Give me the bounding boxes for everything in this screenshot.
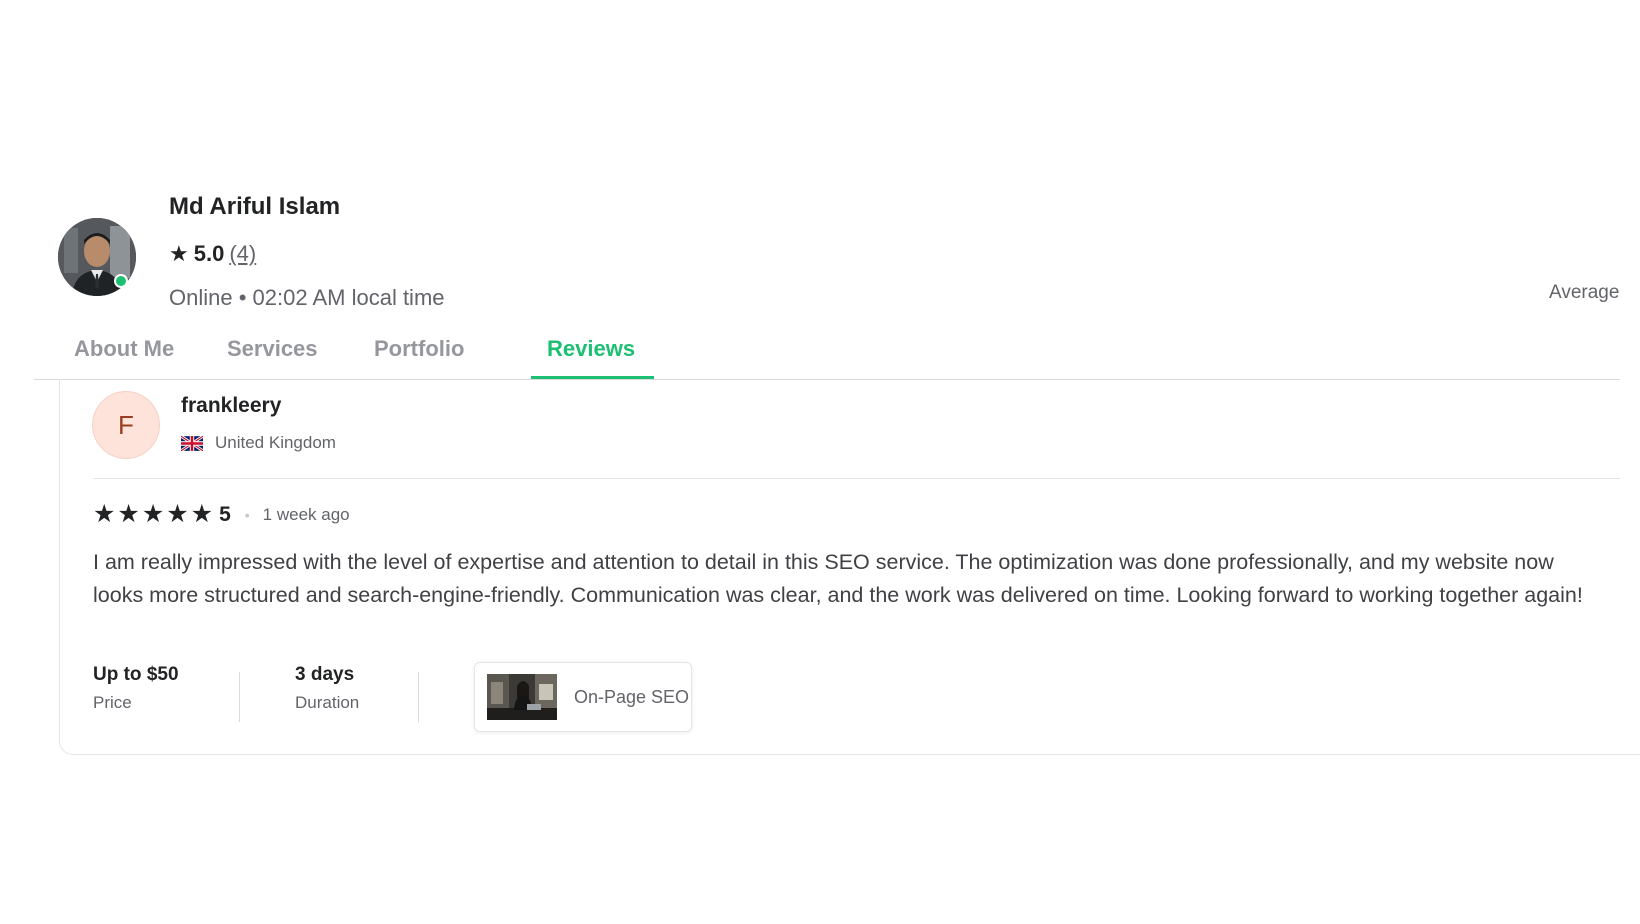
price-label: Price — [93, 693, 132, 712]
rating-score: 5.0 — [193, 241, 225, 266]
seller-name[interactable]: Md Ariful Islam — [169, 193, 340, 221]
price-value: Up to $50 — [93, 664, 179, 685]
tab-services[interactable]: Services — [227, 336, 318, 362]
five-star-icon: ★★★★★ — [93, 500, 216, 528]
review-text: I am really impressed with the level of … — [93, 550, 1583, 607]
review-count-link[interactable]: (4) — [229, 241, 256, 267]
profile-tabs: About Me Services Portfolio Reviews — [34, 326, 1620, 380]
online-status: Online • 02:02 AM local time — [169, 285, 445, 310]
review-divider — [93, 478, 1620, 479]
reviewer-country: United Kingdom — [181, 433, 336, 453]
reviewer-name[interactable]: frankleery — [181, 394, 281, 418]
review-rating-row: ★★★★★ 5 • 1 week ago — [93, 502, 350, 527]
meta-separator — [239, 672, 240, 722]
duration-label: Duration — [295, 693, 360, 712]
uk-flag-icon — [181, 435, 203, 451]
duration-value: 3 days — [295, 664, 355, 685]
tab-about-me[interactable]: About Me — [74, 336, 174, 362]
tab-portfolio[interactable]: Portfolio — [374, 336, 464, 362]
seller-rating: ★ 5.0 (4) — [169, 241, 256, 267]
tab-reviews[interactable]: Reviews — [547, 336, 635, 362]
average-label: Average — [1549, 282, 1619, 303]
review-time: 1 week ago — [262, 504, 350, 524]
duration-block: 3 days Duration — [295, 664, 359, 713]
service-thumbnail — [487, 674, 557, 720]
dot-separator: • — [244, 506, 250, 523]
reviewer-avatar: F — [93, 392, 159, 458]
review-rating-value: 5 — [219, 502, 231, 526]
seller-avatar[interactable] — [58, 218, 136, 296]
seller-profile-page: Md Ariful Islam ★ 5.0 (4) Online • 02:02… — [0, 0, 1640, 924]
star-icon: ★ — [169, 241, 189, 266]
price-block: Up to $50 Price — [93, 664, 179, 713]
service-name: On-Page SEO — [574, 686, 690, 707]
active-tab-indicator — [531, 376, 654, 379]
country-name: United Kingdom — [215, 433, 336, 452]
online-indicator-icon — [114, 274, 128, 288]
reviewed-service-link[interactable]: On-Page SEO — [474, 662, 692, 732]
meta-separator — [418, 672, 419, 722]
